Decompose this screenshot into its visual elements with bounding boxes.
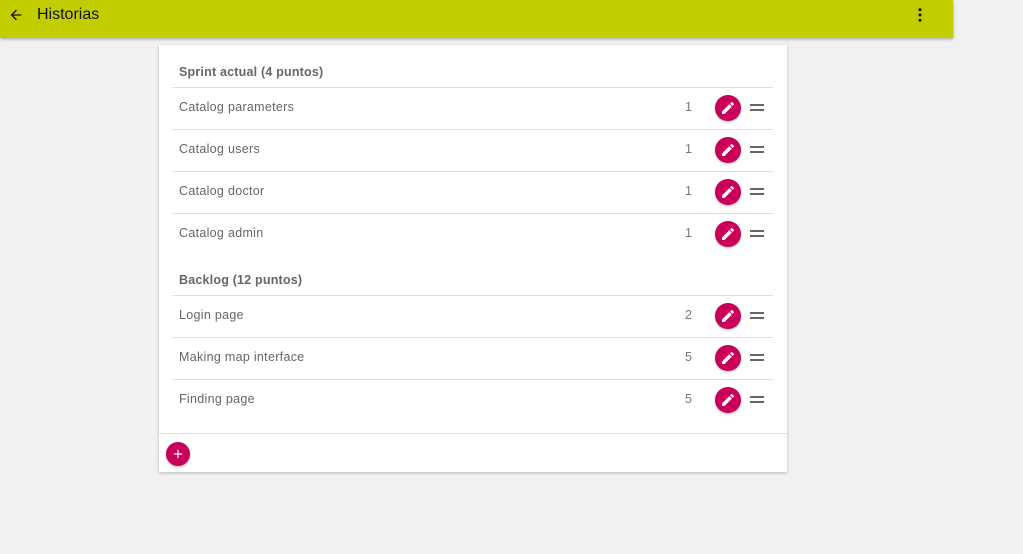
- story-name: Login page: [179, 308, 244, 322]
- add-story-button[interactable]: [166, 442, 190, 466]
- edit-story-button[interactable]: [715, 303, 741, 329]
- pencil-icon: [722, 227, 735, 240]
- story-row[interactable]: Catalog doctor 1: [172, 171, 773, 213]
- story-row[interactable]: Finding page 5: [172, 379, 773, 421]
- pencil-icon: [722, 351, 735, 364]
- story-points: 1: [685, 100, 692, 114]
- story-row[interactable]: Making map interface 5: [172, 337, 773, 379]
- drag-handle-icon[interactable]: [750, 230, 764, 238]
- story-points: 1: [685, 142, 692, 156]
- arrow-back-icon: [10, 9, 22, 21]
- more-vert-icon: [918, 8, 922, 22]
- story-points: 5: [685, 350, 692, 364]
- more-options-button[interactable]: [910, 5, 930, 25]
- story-name: Making map interface: [179, 350, 305, 364]
- stories-card: Sprint actual (4 puntos) Catalog paramet…: [159, 45, 787, 472]
- add-icon: [173, 449, 183, 459]
- story-name: Catalog doctor: [179, 184, 265, 198]
- story-name: Catalog users: [179, 142, 261, 156]
- edit-story-button[interactable]: [715, 345, 741, 371]
- pencil-icon: [722, 393, 735, 406]
- pencil-icon: [722, 143, 735, 156]
- drag-handle-icon[interactable]: [750, 104, 764, 112]
- back-button[interactable]: [6, 5, 26, 25]
- story-points: 1: [685, 184, 692, 198]
- pencil-icon: [722, 185, 735, 198]
- story-row[interactable]: Catalog parameters 1: [172, 87, 773, 129]
- story-name: Catalog admin: [179, 226, 264, 240]
- edit-story-button[interactable]: [715, 221, 741, 247]
- drag-handle-icon[interactable]: [750, 354, 764, 362]
- drag-handle-icon[interactable]: [750, 312, 764, 320]
- sprint-header: Sprint actual (4 puntos): [179, 65, 324, 79]
- drag-handle-icon[interactable]: [750, 396, 764, 404]
- story-row[interactable]: Catalog admin 1: [172, 213, 773, 255]
- story-name: Catalog parameters: [179, 100, 295, 114]
- pencil-icon: [722, 101, 735, 114]
- story-row[interactable]: Catalog users 1: [172, 129, 773, 171]
- edit-story-button[interactable]: [715, 95, 741, 121]
- drag-handle-icon[interactable]: [750, 188, 764, 196]
- edit-story-button[interactable]: [715, 179, 741, 205]
- story-name: Finding page: [179, 392, 255, 406]
- story-points: 2: [685, 308, 692, 322]
- top-app-bar: Historias: [0, 0, 953, 38]
- page-title: Historias: [37, 6, 100, 23]
- pencil-icon: [722, 309, 735, 322]
- story-points: 1: [685, 226, 692, 240]
- drag-handle-icon[interactable]: [750, 146, 764, 154]
- story-row[interactable]: Login page 2: [172, 295, 773, 337]
- edit-story-button[interactable]: [715, 137, 741, 163]
- story-points: 5: [685, 392, 692, 406]
- card-footer: [159, 433, 787, 472]
- backlog-header: Backlog (12 puntos): [179, 273, 303, 287]
- edit-story-button[interactable]: [715, 387, 741, 413]
